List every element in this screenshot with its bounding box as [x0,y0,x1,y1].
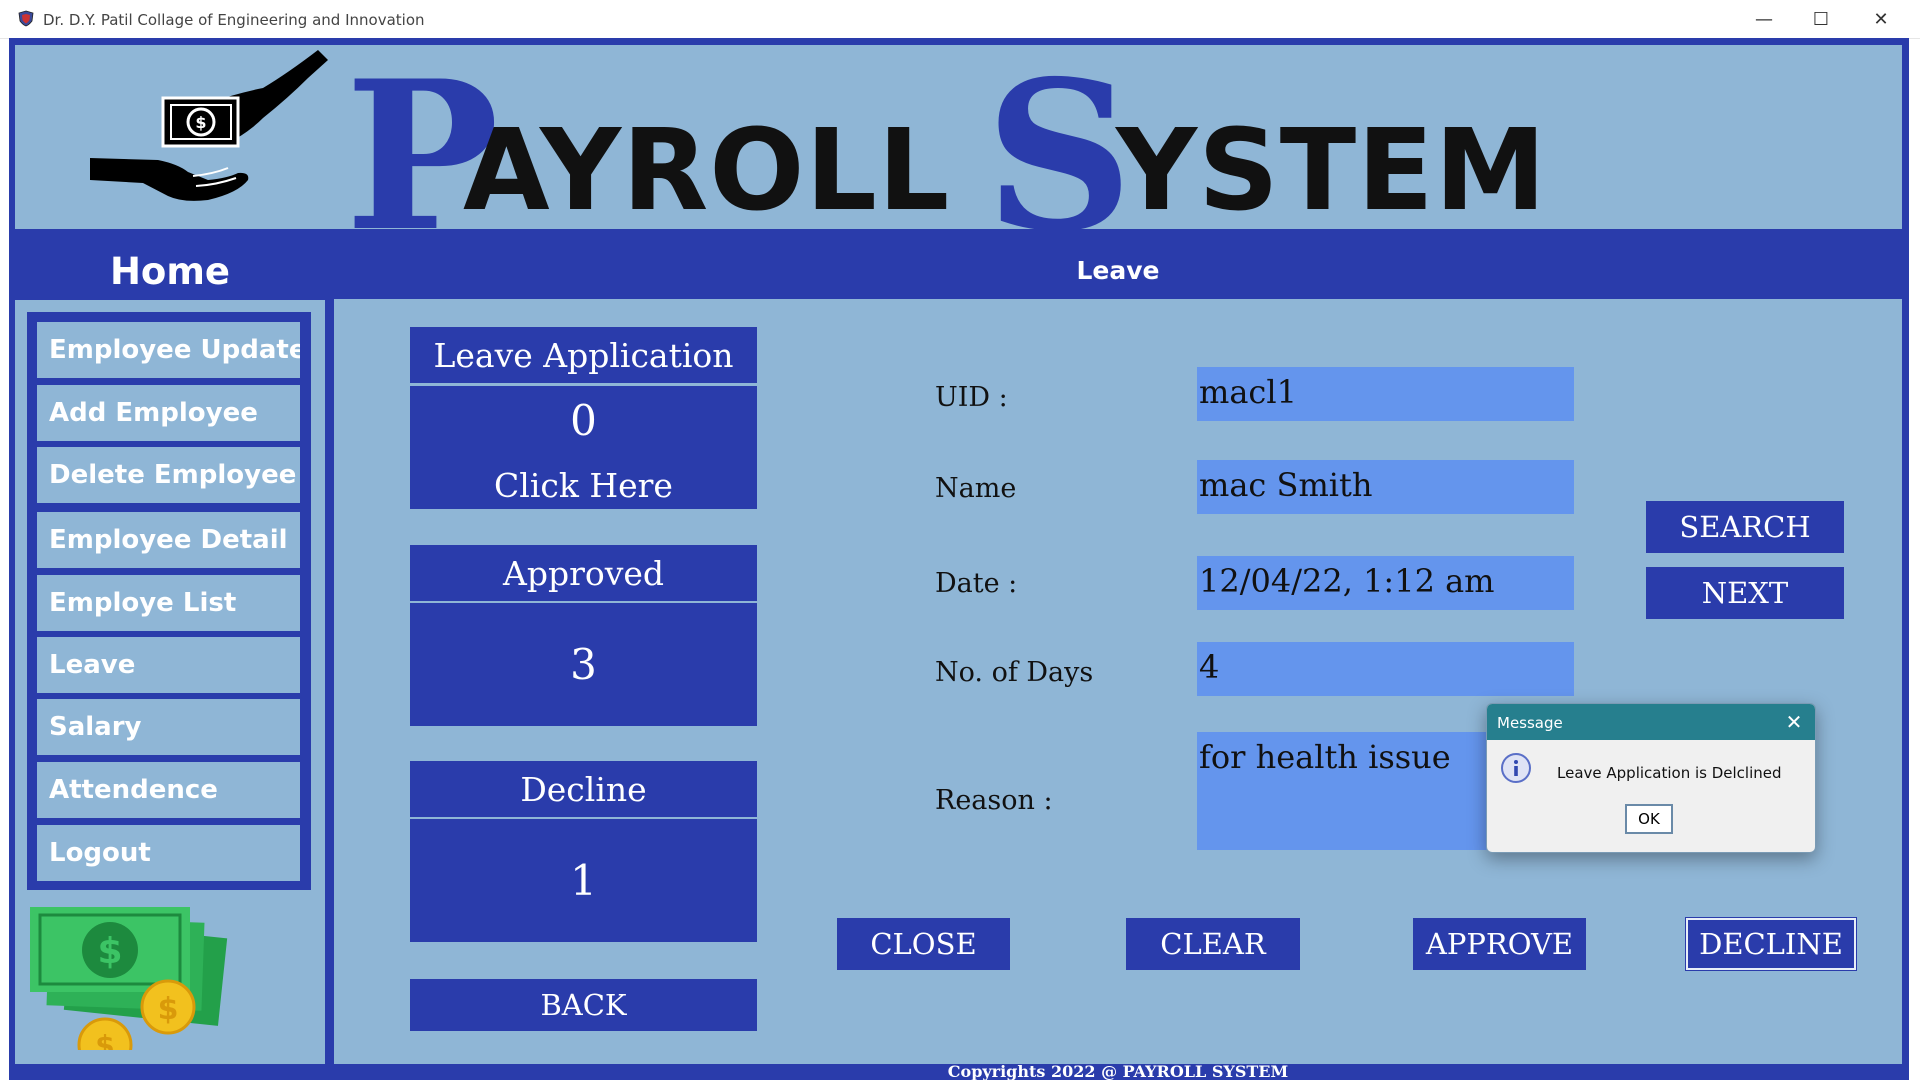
decline-card: 1 [410,819,757,942]
approved-card-title: Approved [410,545,757,601]
window-titlebar: Dr. D.Y. Patil Collage of Engineering an… [0,0,1920,39]
leave-application-card-title: Leave Application [410,327,757,383]
sidebar-item-leave[interactable]: Leave [37,637,300,693]
banner-divider [15,229,1902,231]
hands-with-money-icon: $ [90,50,328,201]
clear-button[interactable]: CLEAR [1126,918,1300,970]
dialog-title: Message [1497,714,1563,732]
sidebar-item-delete-employee[interactable]: Delete Employee [37,447,300,503]
logo-word-payroll: AYROLL [463,106,951,236]
dialog-message: Leave Application is Delclined [1557,764,1782,782]
window-title: Dr. D.Y. Patil Collage of Engineering an… [43,11,425,29]
message-dialog: Message ✕ Leave Application is Delclined… [1486,703,1816,853]
sidebar-home-title[interactable]: Home [15,242,325,300]
close-window-button[interactable]: ✕ [1853,0,1909,38]
svg-text:$: $ [95,1029,114,1050]
name-label: Name [935,473,1017,504]
logo-letter-s: S [985,37,1134,277]
svg-text:$: $ [158,992,179,1027]
name-field[interactable]: mac Smith [1197,460,1574,514]
sidebar-item-employee-update[interactable]: Employee Update [37,322,300,378]
days-label: No. of Days [935,657,1094,688]
decline-card-title: Decline [410,761,757,817]
days-field[interactable]: 4 [1197,642,1574,696]
page-title: Leave [334,242,1902,299]
leave-application-card[interactable]: 0 Click Here [410,386,757,509]
copyright-footer: Copyrights 2022 @ PAYROLL SYSTEM [947,1064,1289,1080]
sidebar-item-add-employee[interactable]: Add Employee [37,385,300,441]
sidebar-item-salary[interactable]: Salary [37,699,300,755]
date-label: Date : [935,568,1018,599]
search-button[interactable]: SEARCH [1646,501,1844,553]
dialog-close-icon[interactable]: ✕ [1781,709,1807,735]
date-field[interactable]: 12/04/22, 1:12 am [1197,556,1574,610]
approve-button[interactable]: APPROVE [1413,918,1586,970]
sidebar-item-employee-detail[interactable]: Employee Detail [37,512,300,568]
dialog-titlebar: Message ✕ [1487,704,1815,740]
minimize-button[interactable]: — [1736,0,1792,38]
sidebar-item-employe-list[interactable]: Employe List [37,575,300,631]
sidebar-divider [325,242,334,1064]
leave-application-count: 0 [570,396,597,445]
approved-card: 3 [410,603,757,726]
dialog-ok-button[interactable]: OK [1625,804,1673,834]
next-button[interactable]: NEXT [1646,567,1844,619]
decline-button[interactable]: DECLINE [1685,917,1857,971]
money-stack-icon: $ $ $ [30,907,228,1050]
uid-field[interactable]: macl1 [1197,367,1574,421]
info-icon [1501,753,1531,783]
uid-label: UID : [935,382,1008,413]
sidebar-item-logout[interactable]: Logout [37,825,300,881]
sidebar-item-attendence[interactable]: Attendence [37,762,300,818]
maximize-button[interactable]: ☐ [1793,0,1849,38]
click-here-link[interactable]: Click Here [410,466,757,505]
app-shield-icon [18,10,34,27]
back-button[interactable]: BACK [410,979,757,1031]
svg-text:$: $ [97,931,122,972]
logo-word-system: YSTEM [1116,106,1548,236]
decline-count: 1 [570,856,597,905]
svg-text:$: $ [195,113,206,132]
approved-count: 3 [570,640,597,689]
close-button[interactable]: CLOSE [837,918,1010,970]
reason-label: Reason : [935,785,1053,816]
